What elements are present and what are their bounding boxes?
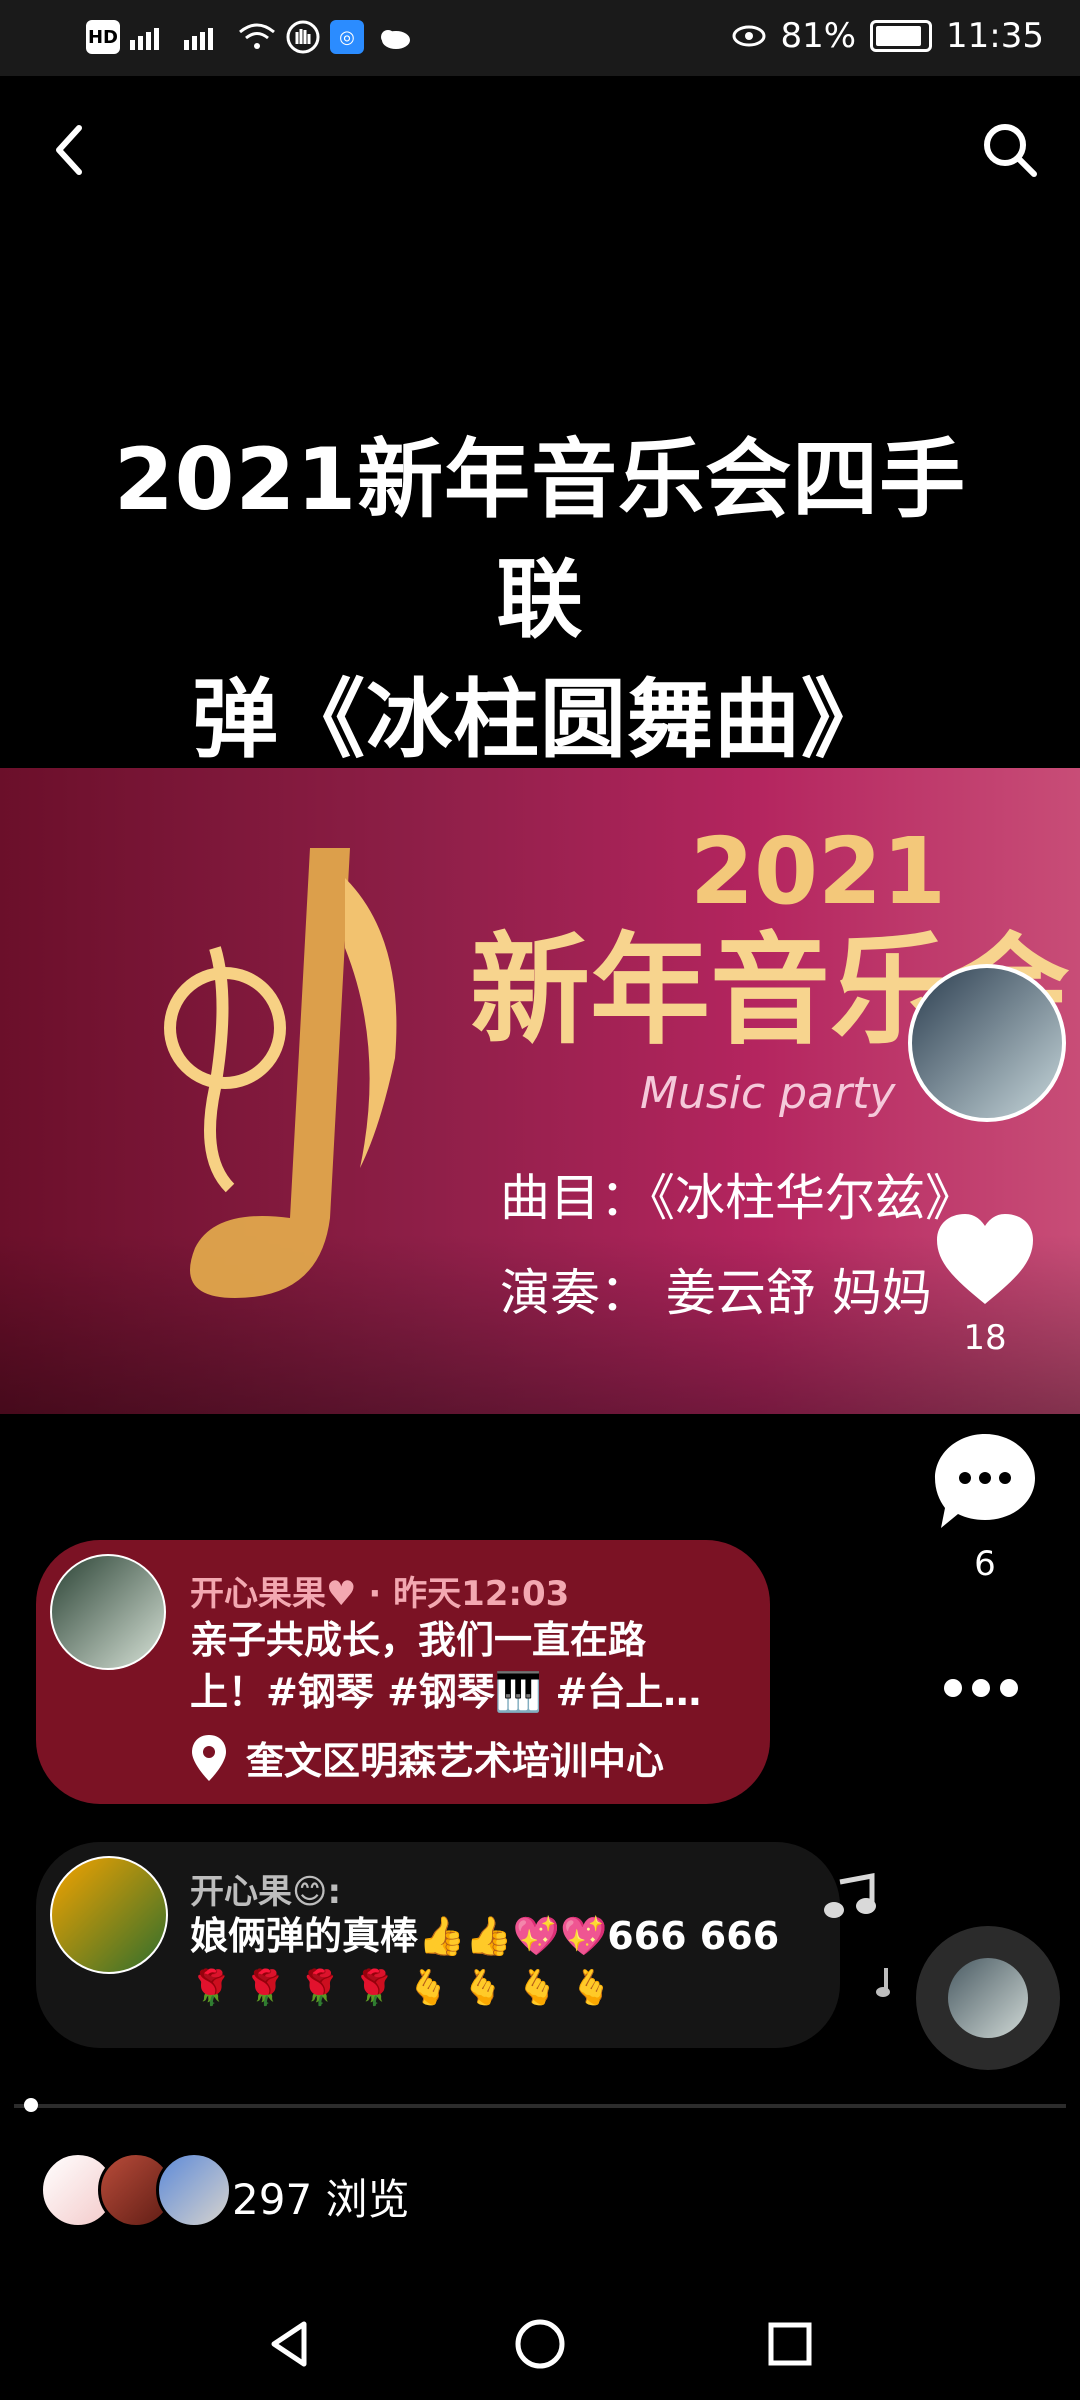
nav-home-button[interactable]: [500, 2304, 580, 2384]
comment-button[interactable]: 6: [930, 1430, 1040, 1584]
signal-4g-icon: [184, 28, 213, 50]
battery-percent: 81%: [780, 16, 857, 56]
banner-song: 曲目：《冰柱华尔兹》: [500, 1169, 975, 1227]
post-author-name: 开心果果♥: [190, 1574, 357, 1614]
banner-subtitle: Music party: [640, 1068, 896, 1119]
top-bar: [0, 100, 1080, 210]
back-button[interactable]: [20, 100, 120, 200]
viewer-avatars[interactable]: [40, 2152, 232, 2228]
hand-icon: [286, 20, 320, 54]
cloud-icon: [381, 30, 410, 49]
clock: 11:35: [946, 16, 1044, 56]
battery-fill: [876, 26, 922, 46]
like-count: 18: [963, 1318, 1007, 1358]
signal-4g-icon: [130, 28, 159, 50]
heart-icon: [937, 1214, 1033, 1304]
nav-recent-icon: [768, 2322, 812, 2366]
viewer-avatar: [156, 2152, 232, 2228]
post-title-line2: 弹《冰柱圆舞曲》: [192, 670, 888, 770]
comment-card[interactable]: 开心果😊: 娘俩弹的真棒👍👍💖💖666 666 🌹🌹🌹🌹🫰🫰🫰🫰: [36, 1842, 840, 2048]
nav-home-icon: [515, 2319, 565, 2369]
music-disc-cover: [948, 1958, 1028, 2038]
app-icon: ◎: [330, 20, 364, 54]
more-dot: [1000, 1679, 1018, 1697]
post-card[interactable]: 开心果果♥ · 昨天12:03 亲子共成长，我们一直在路上！#钢琴 #钢琴🎹 #…: [36, 1540, 770, 1804]
search-icon: [984, 124, 1037, 177]
post-title: 2021新年音乐会四手联 弹《冰柱圆舞曲》: [90, 420, 990, 780]
post-title-line1: 2021新年音乐会四手联: [113, 430, 967, 650]
more-options-button[interactable]: [926, 1658, 1036, 1718]
video-banner[interactable]: 2021 新年音乐会 Music party 曲目：《冰柱华尔兹》 演奏： 姜云…: [0, 768, 1080, 1414]
more-dot: [944, 1679, 962, 1697]
banner-players: 演奏： 姜云舒 妈妈: [500, 1264, 932, 1322]
post-time: · 昨天12:03: [368, 1574, 570, 1614]
chevron-left-icon: [56, 125, 82, 175]
nav-recent-button[interactable]: [750, 2304, 830, 2384]
music-note-small-icon: [824, 1872, 876, 1918]
commenter-name: 开心果😊:: [190, 1872, 342, 1912]
music-disc[interactable]: [916, 1926, 1060, 2070]
comment-count: 6: [974, 1544, 996, 1584]
post-author-meta: 开心果果♥ · 昨天12:03: [190, 1566, 569, 1615]
author-avatar[interactable]: [908, 964, 1066, 1122]
nav-back-button[interactable]: [250, 2304, 330, 2384]
commenter-avatar[interactable]: [50, 1856, 168, 1974]
music-note-icon: [164, 848, 397, 1298]
battery-icon: [870, 20, 933, 52]
status-bar: HD ◎ 81% 11:35: [0, 0, 1080, 76]
view-count: 297 浏览: [232, 2175, 410, 2224]
comment-icon: [935, 1434, 1035, 1528]
comment-text: 娘俩弹的真棒👍👍💖💖666 666: [190, 1914, 780, 1958]
eye-icon: [732, 25, 766, 47]
comment-emoji-row: 🌹🌹🌹🌹🫰🫰🫰🫰: [190, 1968, 625, 2008]
status-right: 81% 11:35: [732, 16, 1044, 56]
location-pin-icon: [192, 1734, 226, 1781]
nav-bar: [0, 2288, 1080, 2400]
wifi-icon: [239, 23, 275, 49]
post-text: 亲子共成长，我们一直在路上！#钢琴 #钢琴🎹 #台上…: [190, 1618, 702, 1714]
progress-track[interactable]: [14, 2104, 1066, 2108]
hd-icon: HD: [86, 20, 120, 54]
music-note-tiny-icon: [876, 1968, 890, 1997]
more-dot: [972, 1679, 990, 1697]
progress-handle[interactable]: [24, 2098, 38, 2112]
post-location[interactable]: 奎文区明森艺术培训中心: [190, 1730, 664, 1785]
nav-back-icon: [271, 2321, 307, 2367]
like-button[interactable]: 18: [930, 1212, 1040, 1358]
status-left-icons: HD ◎: [86, 20, 414, 54]
post-location-text: 奎文区明森艺术培训中心: [246, 1739, 665, 1783]
search-button[interactable]: [960, 100, 1060, 200]
post-author-avatar[interactable]: [50, 1554, 166, 1670]
